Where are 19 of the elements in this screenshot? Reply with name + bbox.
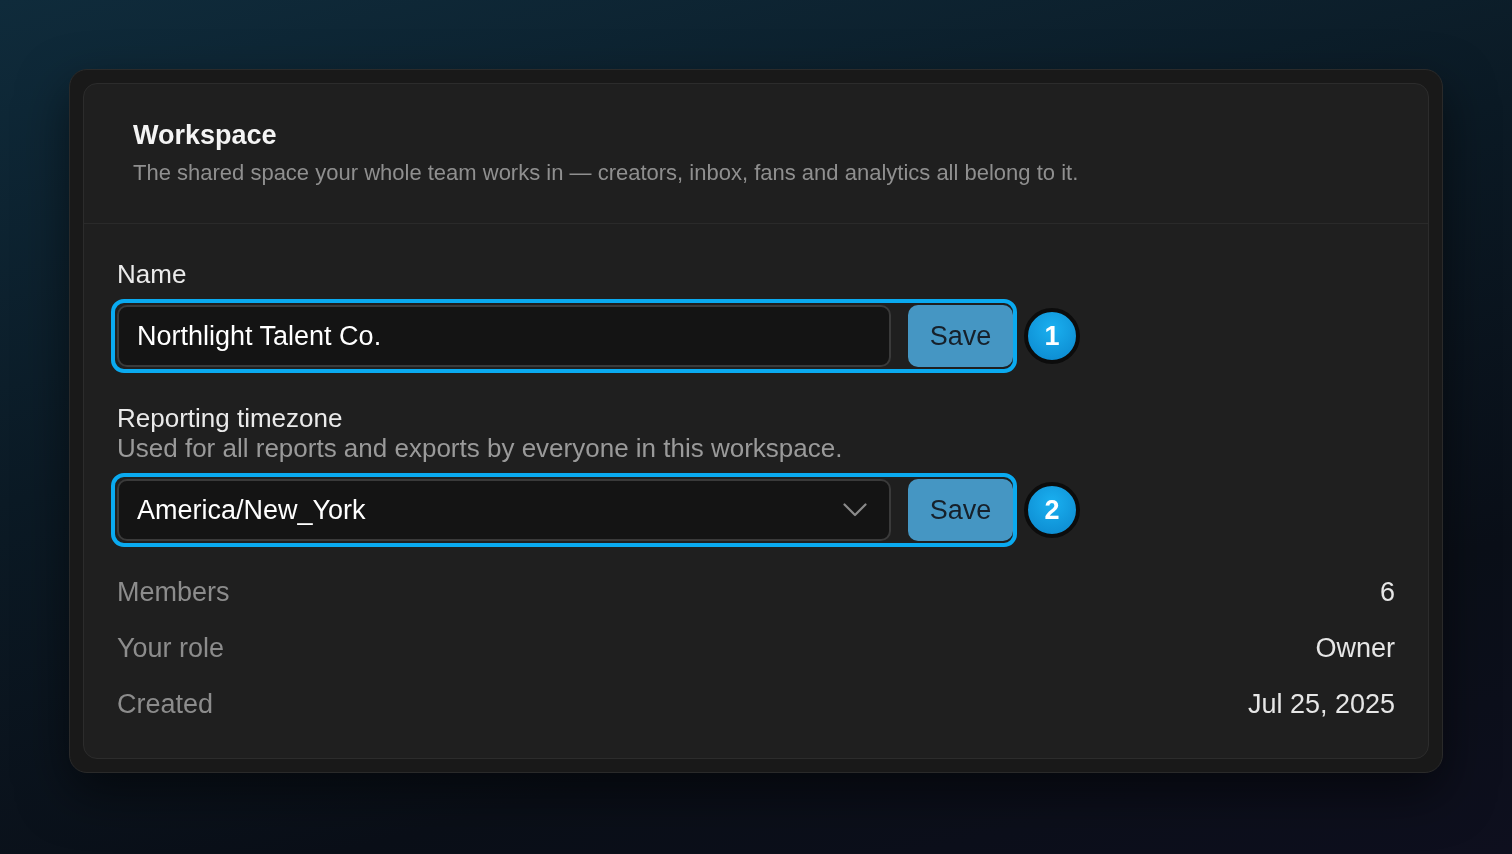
save-button[interactable]: Save [908, 305, 1013, 367]
field-hint: Used for all reports and exports by everyone in this workspace. [117, 433, 844, 463]
timezone-select[interactable]: America/New_York [117, 479, 891, 541]
field-label: Name [117, 259, 188, 289]
save-button[interactable]: Save [908, 479, 1013, 541]
step-number-badge: 2 [1024, 482, 1080, 538]
card-description: The shared space your whole team works in — creators, inbox, fans and analytics all belong to it. [133, 159, 1080, 187]
field-label: Reporting timezone [117, 403, 344, 433]
detail-value: Owner [1315, 632, 1395, 664]
name-input[interactable]: Northlight Talent Co. [117, 305, 891, 367]
detail-value: Jul 25, 2025 [1247, 688, 1395, 720]
detail-label: Your role [117, 632, 225, 664]
detail-label: Created [117, 688, 214, 720]
detail-label: Members [117, 576, 230, 608]
detail-value: 6 [1379, 576, 1395, 608]
chevron-down-icon [843, 503, 867, 517]
step-number-badge: 1 [1024, 308, 1080, 364]
card-title: Workspace [133, 119, 278, 151]
select-value: America/New_York [137, 494, 366, 526]
